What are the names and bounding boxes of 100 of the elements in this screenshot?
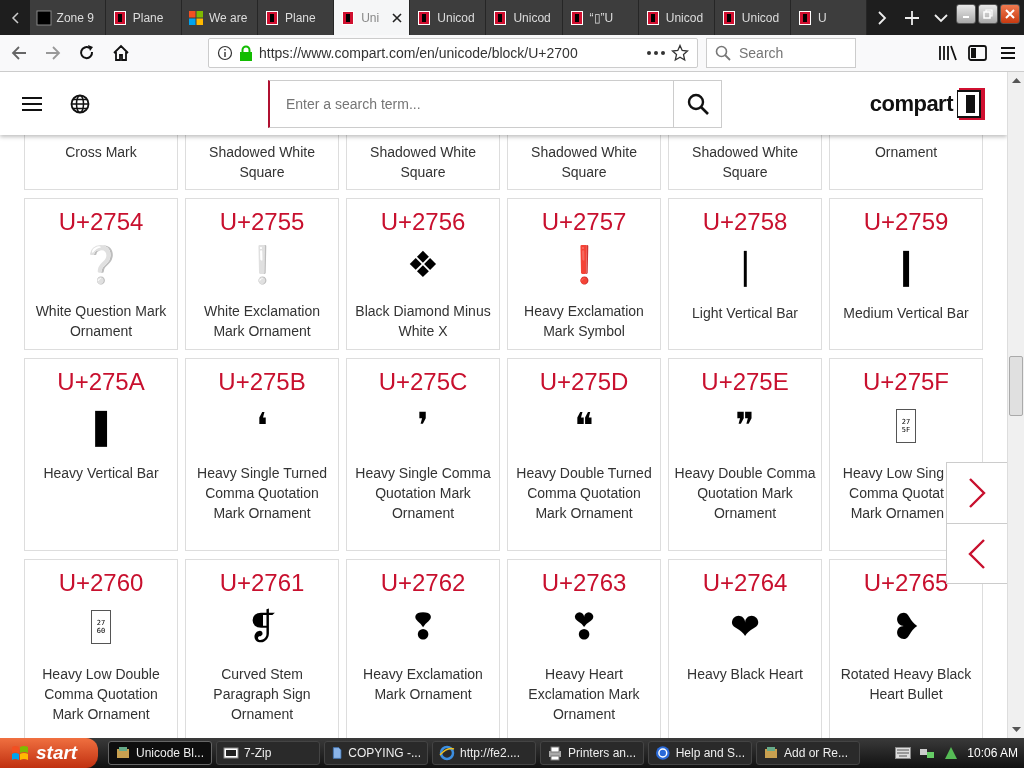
taskbar-button[interactable]: COPYING -... [324,741,428,765]
chevron-right-icon[interactable] [966,477,988,509]
browser-tab[interactable]: Plane [258,0,335,35]
browser-tab[interactable]: Unicod [638,0,715,35]
character-card[interactable]: U+2764 ❤ Heavy Black Heart [668,559,822,738]
character-card[interactable]: U+2762 ❢ Heavy Exclamation Mark Ornament [346,559,500,738]
character-card[interactable]: U+2756 ❖ Black Diamond Minus White X [346,198,500,350]
tab-scroll-left-icon[interactable] [10,11,19,24]
info-icon[interactable] [217,45,233,61]
task-label: Printers an... [568,746,637,760]
address-bar[interactable]: https://www.compart.com/en/unicode/block/U+2700 [208,38,698,68]
scroll-thumb[interactable] [1009,356,1023,416]
search-field[interactable]: Enter a search term... [268,79,673,128]
character-glyph: ❤ [729,609,761,645]
back-icon[interactable] [10,44,28,62]
code-point: U+2759 [863,207,949,237]
character-card[interactable]: U+2757 ❗ Heavy Exclamation Mark Symbol [507,198,661,350]
site-icon [35,9,52,26]
browser-tab[interactable]: “▯”U [562,0,639,35]
code-point: U+275F [862,367,950,397]
task-label: Unicode Bl... [136,746,205,760]
character-glyph: ❛ [256,408,268,444]
character-card[interactable]: U+2761 ❡ Curved Stem Paragraph Sign Ornament [185,559,339,738]
character-card[interactable]: U+2754 ❔ White Question Mark Ornament [24,198,178,350]
scroll-down-icon[interactable] [1011,727,1021,733]
taskbar-button[interactable]: Help and S... [648,741,752,765]
lock-icon[interactable] [239,45,253,61]
compart-logo-icon [720,9,737,26]
new-tab-icon[interactable] [904,10,919,25]
task-label: http://fe2.... [460,746,521,760]
character-name: Cross Mark [65,143,137,162]
taskbar-button[interactable]: Printers an... [540,741,644,765]
globe-icon [439,745,455,761]
browser-tab[interactable]: Zone 9 [29,0,106,35]
scroll-up-icon[interactable] [1011,77,1021,83]
character-card[interactable]: U+275A ❚ Heavy Vertical Bar [24,358,178,551]
library-icon[interactable] [938,44,958,62]
forward-icon[interactable] [44,44,62,62]
browser-tab[interactable]: We are [181,0,258,35]
menu-icon[interactable] [998,44,1018,62]
start-button[interactable]: start [0,738,98,768]
close-icon[interactable] [391,11,404,24]
code-point: U+275C [378,367,468,397]
program-icon [763,745,779,761]
character-card[interactable]: U+275B ❛ Heavy Single Turned Comma Quotation Mark Ornament [185,358,339,551]
tab-scroll-right-icon[interactable] [875,10,888,25]
browser-tab[interactable]: Plane [105,0,182,35]
home-icon[interactable] [112,44,130,62]
url-text[interactable]: https://www.compart.com/en/unicode/block/U+2700 [259,45,641,61]
character-card[interactable]: U+2758 ❘ Light Vertical Bar [668,198,822,350]
code-point: U+2754 [58,207,144,237]
code-point: U+275D [539,367,629,397]
character-card[interactable]: U+275D ❝ Heavy Double Turned Comma Quotation Mark Ornament [507,358,661,551]
compart-logo-icon [644,9,661,26]
code-point: U+2757 [541,207,627,237]
code-point: U+275E [701,367,789,397]
compart-logo-icon [264,9,280,26]
browser-tab[interactable]: Unicod [486,0,563,35]
more-icon[interactable] [647,51,665,55]
character-name: Medium Vertical Bar [843,304,969,323]
browser-tab[interactable]: Unicod [714,0,791,35]
character-card[interactable]: U+2763 ❣ Heavy Heart Exclamation Mark Ornament [507,559,661,738]
search-icon[interactable] [686,92,709,115]
character-card[interactable]: U+275E ❞ Heavy Double Comma Quotation Mark Ornament [668,358,822,551]
taskbar-button[interactable]: 7-Zip [216,741,320,765]
chevron-left-icon[interactable] [966,537,988,570]
compart-logo-icon [492,9,509,26]
menu-icon[interactable] [22,95,42,112]
minimize-button[interactable] [956,4,976,24]
character-card[interactable]: U+2765 ❥ Rotated Heavy Black Heart Bullet [829,559,983,738]
globe-icon[interactable] [70,93,90,114]
restore-button[interactable] [978,4,998,24]
browser-tab[interactable]: U [791,0,868,35]
star-icon[interactable] [671,44,689,62]
windows-logo-icon[interactable] [10,744,30,762]
taskbar-button[interactable]: http://fe2.... [432,741,536,765]
compart-logo-icon[interactable] [957,87,985,120]
browser-tab[interactable]: Unicod [410,0,487,35]
search-field[interactable]: Search [706,38,856,68]
scrollbar[interactable] [1007,72,1024,738]
character-card[interactable]: U+2759 ❙ Medium Vertical Bar [829,198,983,350]
sidebar-icon[interactable] [968,44,988,62]
task-label: 7-Zip [244,746,272,760]
windows-logo-icon [187,9,204,26]
character-name: Ornament [874,143,938,162]
task-label: Help and S... [675,746,745,760]
chevron-down-icon[interactable] [934,11,949,24]
window-close-button[interactable] [1000,4,1020,24]
character-card[interactable]: U+2755 ❕ White Exclamation Mark Ornament [185,198,339,350]
compart-logo-icon [111,9,128,26]
keyboard-icon[interactable] [895,747,912,759]
code-point: U+2760 [58,568,144,598]
logo-text[interactable]: compart [869,90,953,117]
reload-icon[interactable] [78,44,96,62]
character-card[interactable]: U+275C ❜ Heavy Single Comma Quotation Mark Ornament [346,358,500,551]
search-button[interactable] [673,79,722,128]
taskbar-button[interactable]: Unicode Bl... [108,741,212,765]
taskbar-button[interactable]: Add or Re... [756,741,860,765]
character-name: Heavy Exclamation Mark Symbol [523,302,645,341]
task-label: COPYING -... [348,746,421,760]
